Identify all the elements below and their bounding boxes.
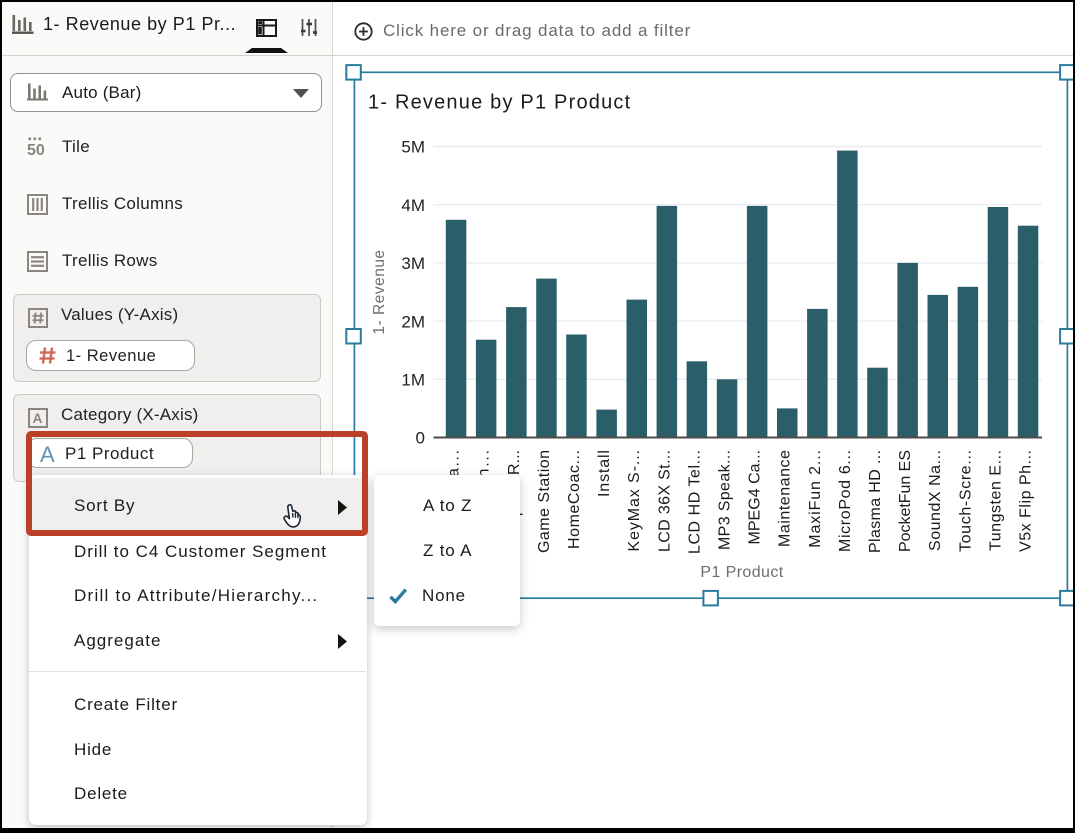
- svg-text:Game Station: Game Station: [536, 450, 553, 553]
- svg-text:A: A: [33, 411, 43, 426]
- svg-text:HomeCoac...: HomeCoac...: [566, 450, 583, 549]
- svg-text:Install: Install: [596, 450, 613, 497]
- svg-text:SoundX Na...: SoundX Na...: [927, 450, 944, 551]
- svg-text:Maintenance: Maintenance: [777, 450, 794, 547]
- svg-text:Tungsten E...: Tungsten E...: [987, 450, 1004, 551]
- svg-text:MaxiFun 2...: MaxiFun 2...: [807, 450, 824, 548]
- svg-text:50: 50: [27, 142, 45, 158]
- svg-text:V5x Flip Ph...: V5x Flip Ph...: [1018, 450, 1035, 552]
- svg-text:P1 Product: P1 Product: [700, 564, 783, 581]
- svg-text:Touch-Scre...: Touch-Scre...: [957, 450, 974, 552]
- svg-text:3M: 3M: [401, 254, 425, 273]
- svg-text:LCD HD Tel...: LCD HD Tel...: [686, 450, 703, 554]
- svg-text:PocketFun ES: PocketFun ES: [897, 450, 914, 552]
- svg-text:MP3 Speak...: MP3 Speak...: [717, 450, 734, 550]
- svg-text:1- Revenue by P1 Product: 1- Revenue by P1 Product: [368, 92, 631, 114]
- svg-text:4M: 4M: [401, 196, 425, 215]
- svg-text:0: 0: [416, 429, 425, 448]
- svg-text:LCD 36X St...: LCD 36X St...: [656, 450, 673, 552]
- svg-text:MicroPod 6...: MicroPod 6...: [837, 450, 854, 552]
- svg-text:Plasma HD ...: Plasma HD ...: [867, 450, 884, 553]
- svg-text:KeyMax S-...: KeyMax S-...: [626, 450, 643, 552]
- svg-text:5M: 5M: [401, 138, 425, 157]
- svg-text:2M: 2M: [401, 312, 425, 331]
- svg-text:1- Revenue: 1- Revenue: [371, 249, 388, 334]
- svg-text:MPEG4 Ca...: MPEG4 Ca...: [747, 450, 764, 545]
- svg-text:1M: 1M: [401, 371, 425, 390]
